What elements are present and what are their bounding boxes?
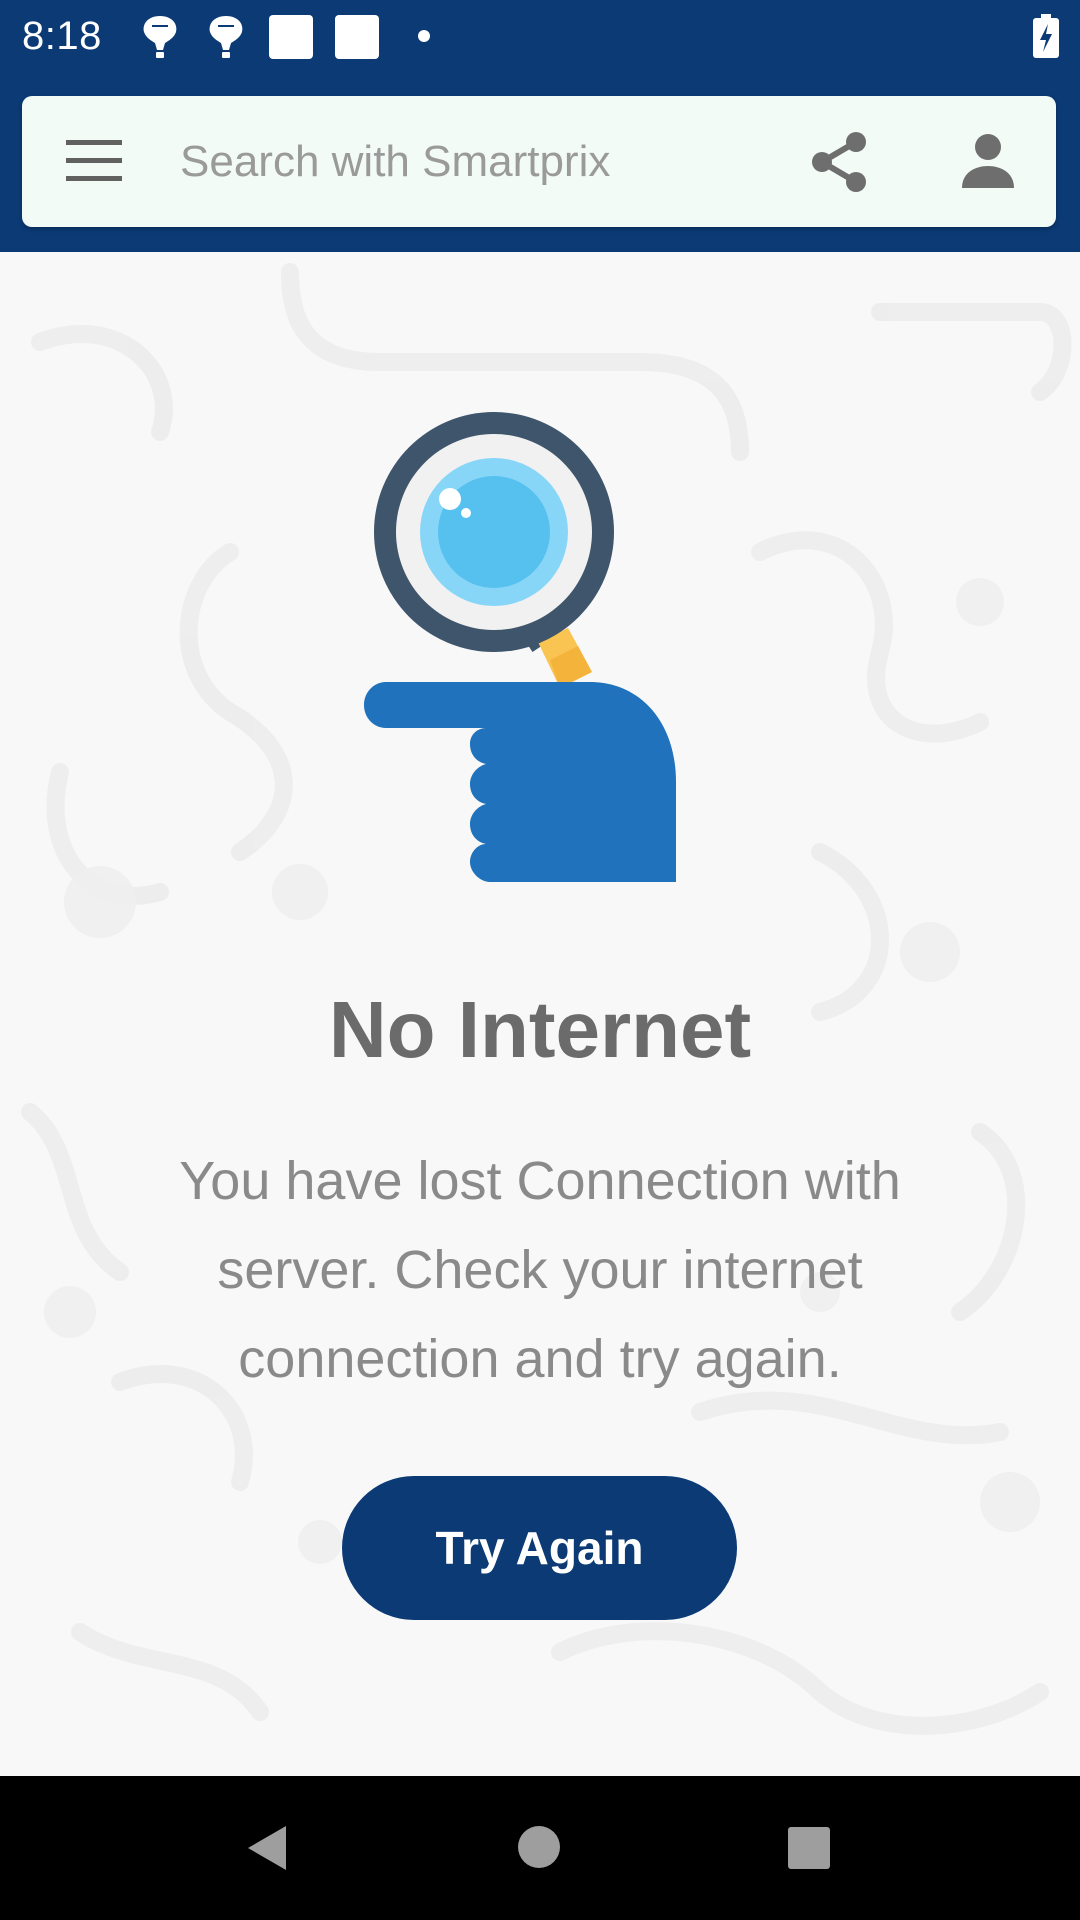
hot-air-balloon-icon (143, 16, 177, 58)
home-circle-icon[interactable] (516, 1824, 562, 1870)
try-again-button[interactable]: Try Again (342, 1476, 737, 1620)
system-navigation-bar (0, 1776, 1080, 1920)
person-icon[interactable] (958, 132, 1018, 192)
magnifier-hand-icon (364, 412, 676, 882)
menu-icon[interactable] (66, 138, 122, 184)
square-notification-icon (335, 15, 379, 59)
status-bar: 8:18 (0, 0, 1080, 72)
battery-charging-icon (1033, 14, 1059, 58)
error-message: You have lost Connection with server. Ch… (179, 1151, 901, 1389)
back-triangle-icon[interactable] (242, 1822, 290, 1874)
status-time: 8:18 (22, 14, 102, 58)
share-icon[interactable] (808, 130, 872, 194)
no-internet-screen: No Internet You have lost Connection wit… (0, 252, 1080, 1776)
app-header: 8:18 (0, 0, 1080, 252)
search-bar (22, 96, 1056, 227)
page-title: No Internet (328, 985, 752, 1074)
search-input[interactable] (180, 124, 740, 200)
dot-icon (418, 30, 430, 42)
hot-air-balloon-icon (209, 16, 243, 58)
square-notification-icon (269, 15, 313, 59)
recents-square-icon[interactable] (786, 1825, 832, 1871)
